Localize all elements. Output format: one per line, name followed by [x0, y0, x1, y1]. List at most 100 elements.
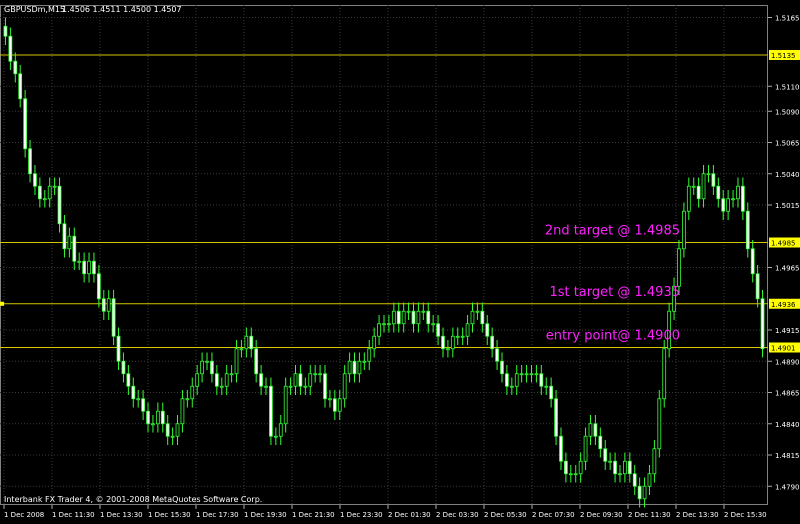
candle-body — [598, 435, 603, 450]
candle-body — [416, 310, 421, 325]
candle-body — [96, 273, 101, 300]
candle-body — [411, 310, 416, 325]
candle-body — [691, 185, 696, 188]
candle-body — [490, 335, 495, 350]
candle-body — [342, 373, 347, 400]
candle-body — [450, 335, 455, 350]
candle-body — [426, 310, 431, 325]
price-level-label: 1.4936 — [771, 301, 796, 309]
price-axis: 1.5165 1.5110 1.5090 1.5065 1.5040 1.5015 1.49… — [768, 15, 800, 491]
candle-body — [293, 373, 298, 387]
candle-body — [554, 398, 558, 437]
candle-body — [480, 310, 485, 325]
candle-body — [677, 248, 681, 287]
y-tick-label: 1.4790 — [775, 483, 800, 491]
candle-body — [647, 473, 652, 487]
candle-body — [441, 335, 445, 350]
current-price-marker — [0, 301, 4, 306]
candle-body — [706, 173, 711, 176]
candle-body — [686, 185, 691, 212]
y-tick-label: 1.4840 — [775, 421, 800, 429]
chart-frame — [0, 5, 768, 505]
candle-body — [357, 360, 362, 375]
x-tick-label: 1 Dec 23:30 — [340, 511, 383, 519]
candle-body — [146, 410, 150, 425]
candle-body — [495, 348, 499, 362]
candle-body — [37, 185, 42, 200]
candle-body — [332, 398, 337, 412]
candle-body — [23, 98, 27, 150]
candle-body — [377, 323, 381, 337]
candle-body — [436, 323, 440, 337]
candle-body — [136, 398, 141, 401]
candle-body — [465, 323, 470, 337]
candle-body — [259, 373, 263, 387]
candle-body — [111, 298, 116, 337]
candle-body — [627, 460, 632, 475]
candle-body — [273, 435, 278, 438]
candle-body — [750, 248, 755, 275]
candle-body — [200, 360, 204, 375]
candle-body — [755, 273, 760, 300]
candle-body — [618, 473, 622, 476]
y-tick-label: 1.5065 — [775, 140, 800, 148]
candle-body — [559, 435, 563, 462]
price-level-annotation: entry point@ 1.4900 — [546, 329, 680, 344]
candle-body — [106, 298, 111, 312]
y-tick-label: 1.5040 — [775, 171, 800, 179]
candle-body — [229, 373, 234, 376]
candle-body — [313, 373, 318, 376]
candle-body — [682, 210, 686, 250]
candle-body — [180, 398, 185, 425]
candle-body — [170, 435, 175, 438]
candle-body — [485, 323, 490, 337]
candle-body — [372, 335, 377, 350]
candle-body — [632, 473, 637, 487]
candle-body — [593, 423, 598, 437]
candle-body — [87, 260, 91, 275]
candle-body — [711, 173, 716, 187]
candle-body — [131, 385, 136, 400]
candle-body — [519, 373, 524, 376]
candle-body — [155, 410, 160, 425]
y-tick-label: 1.5015 — [775, 202, 800, 210]
candle-body — [82, 260, 86, 275]
candle-body — [500, 360, 504, 375]
x-tick-label: 2 Dec 15:30 — [724, 511, 767, 519]
candle-body — [514, 373, 519, 387]
candle-body — [264, 385, 268, 388]
candle-body — [347, 360, 352, 375]
candle-body — [716, 185, 721, 200]
candle-body — [741, 185, 745, 212]
candle-body — [455, 335, 460, 338]
candle-body — [396, 310, 401, 325]
candle-body — [544, 385, 549, 388]
price-chart[interactable]: 2nd target @ 1.4985 1st target @ 1.4935 en… — [0, 0, 800, 520]
candle-body — [391, 310, 396, 325]
candle-body — [337, 398, 342, 412]
candle-body — [613, 460, 617, 475]
candle-body — [568, 473, 573, 476]
candle-body — [224, 373, 229, 387]
price-level-annotation: 2nd target @ 1.4985 — [545, 224, 680, 239]
chart-header: GBPUSDm,M15 1.4506 1.4511 1.4500 1.4507 — [4, 5, 182, 14]
price-level-annotation: 1st target @ 1.4935 — [549, 285, 680, 300]
x-tick-label: 1 Dec 15:30 — [148, 511, 191, 519]
candle-body — [47, 185, 52, 200]
candle-body — [101, 298, 106, 312]
candle-body — [524, 373, 529, 376]
candle-body — [42, 198, 47, 201]
x-tick-label: 2 Dec 11:30 — [628, 511, 671, 519]
x-tick-label: 2 Dec 03:30 — [436, 511, 479, 519]
x-tick-label: 1 Dec 19:30 — [244, 511, 287, 519]
x-tick-label: 1 Dec 13:30 — [100, 511, 143, 519]
candle-body — [352, 360, 357, 375]
chart-window[interactable]: 2nd target @ 1.4985 1st target @ 1.4935 en… — [0, 0, 800, 520]
candle-body — [387, 323, 391, 326]
candle-body — [696, 185, 701, 200]
candle-body — [401, 310, 406, 325]
x-tick-label: 2 Dec 09:30 — [580, 511, 623, 519]
candle-body — [278, 423, 283, 437]
candle-body — [219, 385, 224, 388]
candle-body — [736, 185, 740, 200]
